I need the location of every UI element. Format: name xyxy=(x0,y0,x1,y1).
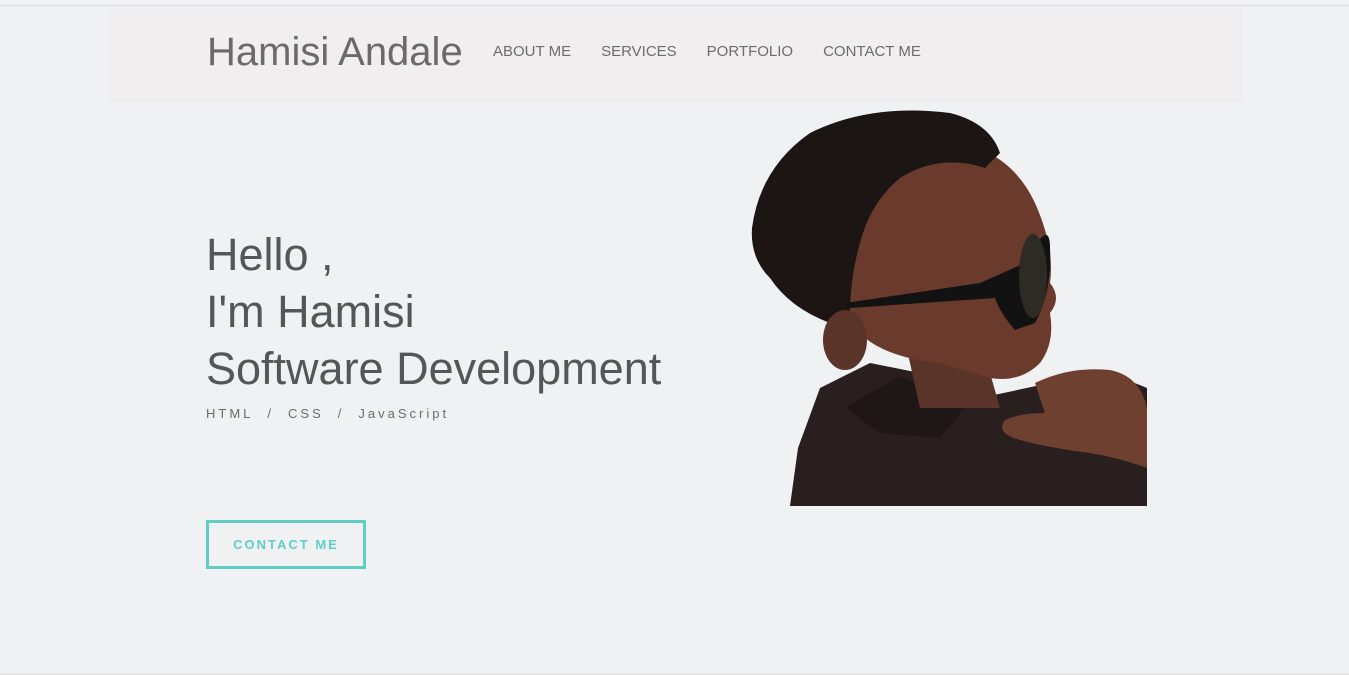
skill-separator: / xyxy=(267,406,275,421)
nav-link-portfolio[interactable]: PORTFOLIO xyxy=(707,43,793,61)
hero-name: I'm Hamisi xyxy=(206,286,415,337)
top-divider xyxy=(0,5,1349,6)
contact-me-button[interactable]: CONTACT ME xyxy=(206,520,366,569)
nav-link-services[interactable]: SERVICES xyxy=(601,43,677,61)
hero-role: Software Development xyxy=(206,343,662,394)
nav-link-contact-me[interactable]: CONTACT ME xyxy=(823,43,921,61)
brand-logo[interactable]: Hamisi Andale xyxy=(207,28,463,76)
nav-link-about-me[interactable]: ABOUT ME xyxy=(493,43,571,61)
portrait-ear xyxy=(823,310,867,370)
skill-html: HTML xyxy=(206,406,254,421)
skill-separator: / xyxy=(337,406,345,421)
navbar: Hamisi Andale ABOUT ME SERVICES PORTFOLI… xyxy=(108,8,1243,103)
skills-list: HTML / CSS / JavaScript xyxy=(206,406,449,421)
skill-javascript: JavaScript xyxy=(358,406,450,421)
profile-photo xyxy=(751,110,1147,506)
hero-greeting: Hello , xyxy=(206,229,334,280)
nav-menu: ABOUT ME SERVICES PORTFOLIO CONTACT ME xyxy=(493,43,951,61)
hero-heading: Hello , I'm Hamisi Software Development xyxy=(206,226,661,397)
skill-css: CSS xyxy=(288,406,324,421)
